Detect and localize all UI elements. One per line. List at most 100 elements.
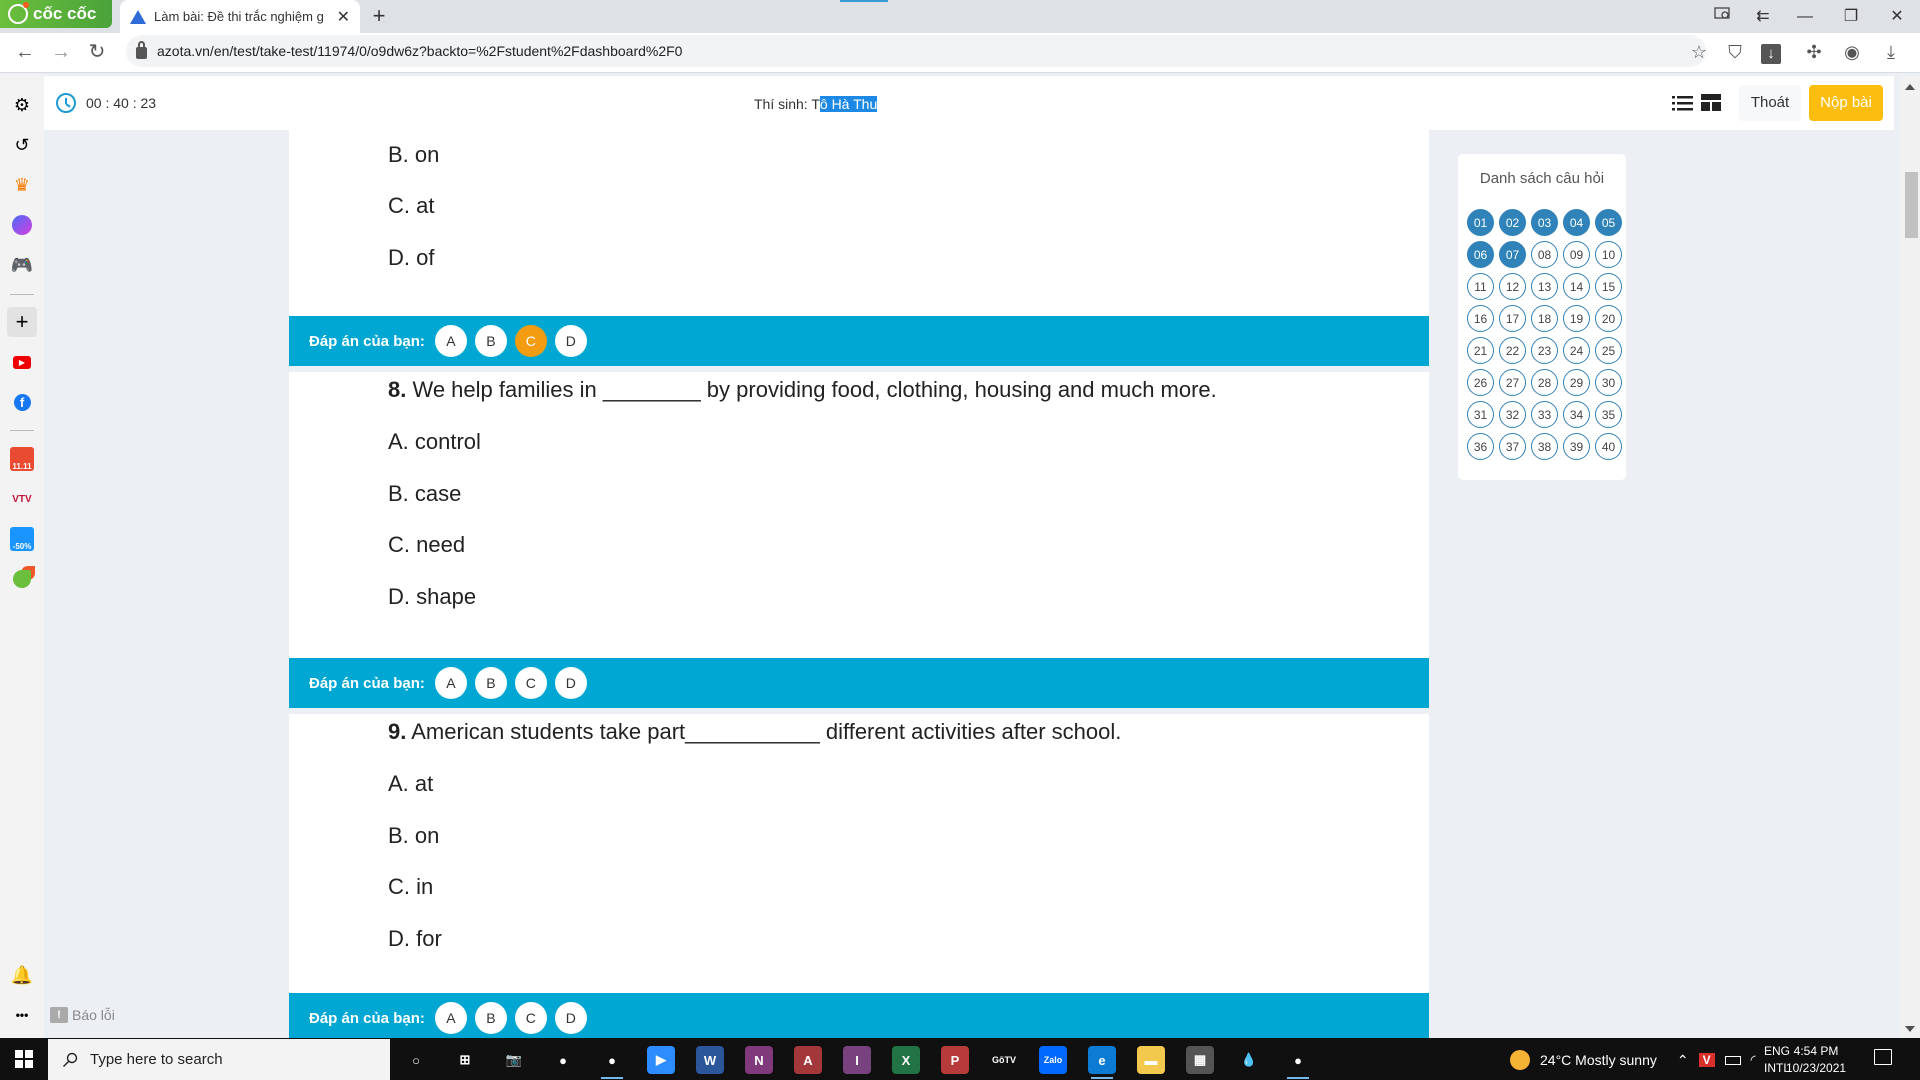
question-nav-20[interactable]: 20: [1595, 305, 1622, 332]
zalo-icon[interactable]: Zalo: [1039, 1046, 1067, 1074]
question-nav-37[interactable]: 37: [1499, 433, 1526, 460]
download-icon[interactable]: ⤓: [1877, 38, 1905, 66]
messenger-icon[interactable]: [7, 210, 37, 240]
question-nav-22[interactable]: 22: [1499, 337, 1526, 364]
restore-button[interactable]: ❐: [1828, 4, 1874, 30]
question-nav-38[interactable]: 38: [1531, 433, 1558, 460]
question-nav-34[interactable]: 34: [1563, 401, 1590, 428]
answer-choice-b[interactable]: B: [474, 325, 507, 357]
question-nav-28[interactable]: 28: [1531, 369, 1558, 396]
new-tab-button[interactable]: +: [366, 3, 392, 29]
list-view-icon[interactable]: [1672, 92, 1694, 114]
question-nav-18[interactable]: 18: [1531, 305, 1558, 332]
answer-choice-d[interactable]: D: [554, 667, 587, 699]
coccoc-active-icon[interactable]: ●: [1284, 1046, 1312, 1074]
question-nav-36[interactable]: 36: [1467, 433, 1494, 460]
report-error-button[interactable]: ! Báo lỗi: [50, 1007, 115, 1023]
gotv-icon[interactable]: GõTV: [990, 1046, 1018, 1074]
reading-mode-icon[interactable]: ⇇: [1740, 4, 1786, 30]
calculator-icon[interactable]: ▦: [1186, 1046, 1214, 1074]
coccoc-game-icon[interactable]: [7, 564, 37, 594]
add-icon[interactable]: +: [7, 307, 37, 337]
more-icon[interactable]: •••: [7, 1000, 37, 1030]
answer-choice-a[interactable]: A: [434, 325, 467, 357]
question-nav-30[interactable]: 30: [1595, 369, 1622, 396]
question-nav-35[interactable]: 35: [1595, 401, 1622, 428]
start-button[interactable]: [0, 1038, 48, 1080]
question-nav-24[interactable]: 24: [1563, 337, 1590, 364]
word-icon[interactable]: W: [696, 1046, 724, 1074]
tiki-icon[interactable]: -50%: [7, 524, 37, 554]
url-bar[interactable]: azota.vn/en/test/take-test/11974/0/o9dw6…: [126, 35, 1706, 67]
wifi-icon[interactable]: ◜: [1751, 1052, 1756, 1068]
question-nav-11[interactable]: 11: [1467, 273, 1494, 300]
question-nav-23[interactable]: 23: [1531, 337, 1558, 364]
answer-choice-d[interactable]: D: [554, 325, 587, 357]
question-nav-09[interactable]: 09: [1563, 241, 1590, 268]
cortana-icon[interactable]: ○: [402, 1046, 430, 1074]
reload-button[interactable]: ↻: [82, 37, 112, 67]
answer-choice-b[interactable]: B: [474, 1002, 507, 1034]
coccoc-menu-button[interactable]: cốc cốc: [0, 0, 112, 28]
question-nav-06[interactable]: 06: [1467, 241, 1494, 268]
answer-choice-a[interactable]: A: [434, 1002, 467, 1034]
question-nav-10[interactable]: 10: [1595, 241, 1622, 268]
question-nav-40[interactable]: 40: [1595, 433, 1622, 460]
notification-center-icon[interactable]: [1874, 1049, 1892, 1065]
excel-icon[interactable]: X: [892, 1046, 920, 1074]
question-nav-14[interactable]: 14: [1563, 273, 1590, 300]
coccoc-taskbar-icon[interactable]: ●: [598, 1046, 626, 1074]
question-nav-32[interactable]: 32: [1499, 401, 1526, 428]
unikey-icon[interactable]: V: [1698, 1053, 1715, 1067]
question-nav-25[interactable]: 25: [1595, 337, 1622, 364]
grid-view-icon[interactable]: [1701, 94, 1721, 111]
page-scrollbar[interactable]: [1900, 76, 1920, 1038]
close-window-button[interactable]: ✕: [1874, 4, 1920, 30]
question-nav-07[interactable]: 07: [1499, 241, 1526, 268]
browser-tab-active[interactable]: Làm bài: Đề thi trắc nghiệm g ✕: [120, 0, 360, 33]
minimize-button[interactable]: —: [1782, 4, 1828, 30]
extensions-icon[interactable]: ✣: [1800, 38, 1828, 66]
history-icon[interactable]: ↺: [7, 130, 37, 160]
question-nav-12[interactable]: 12: [1499, 273, 1526, 300]
access-icon[interactable]: A: [794, 1046, 822, 1074]
question-nav-21[interactable]: 21: [1467, 337, 1494, 364]
zoom-icon[interactable]: ▶: [647, 1046, 675, 1074]
scrollbar-thumb[interactable]: [1905, 172, 1918, 238]
bell-icon[interactable]: 🔔: [7, 960, 37, 990]
submit-button[interactable]: Nộp bài: [1809, 85, 1883, 121]
battery-icon[interactable]: [1724, 1055, 1741, 1065]
settings-icon[interactable]: ⚙: [7, 90, 37, 120]
question-nav-04[interactable]: 04: [1563, 209, 1590, 236]
answer-choice-c[interactable]: C: [514, 1002, 547, 1034]
file-explorer-icon[interactable]: ▬: [1137, 1046, 1165, 1074]
back-button[interactable]: ←: [10, 37, 40, 67]
taskbar-search[interactable]: Type here to search: [48, 1039, 390, 1080]
answer-choice-a[interactable]: A: [434, 667, 467, 699]
question-nav-08[interactable]: 08: [1531, 241, 1558, 268]
question-nav-15[interactable]: 15: [1595, 273, 1622, 300]
forward-button[interactable]: →: [46, 37, 76, 67]
show-hidden-icons-icon[interactable]: ⌃: [1677, 1052, 1689, 1069]
question-nav-39[interactable]: 39: [1563, 433, 1590, 460]
question-nav-03[interactable]: 03: [1531, 209, 1558, 236]
vtv-go-icon[interactable]: VTV: [7, 484, 37, 514]
question-nav-17[interactable]: 17: [1499, 305, 1526, 332]
crown-icon[interactable]: ♛: [7, 170, 37, 200]
edge-icon[interactable]: e: [1088, 1046, 1116, 1074]
youtube-icon[interactable]: ▶: [7, 347, 37, 377]
star-icon[interactable]: ☆: [1685, 38, 1713, 66]
question-nav-02[interactable]: 02: [1499, 209, 1526, 236]
camera-icon[interactable]: 📷: [500, 1046, 528, 1074]
answer-choice-c[interactable]: C: [514, 667, 547, 699]
scroll-down-arrow-icon[interactable]: [1905, 1026, 1915, 1032]
profile-icon[interactable]: ◉: [1838, 38, 1866, 66]
pdf-icon[interactable]: P: [941, 1046, 969, 1074]
facebook-icon[interactable]: f: [7, 387, 37, 417]
answer-choice-d[interactable]: D: [554, 1002, 587, 1034]
weather-text[interactable]: 24°C Mostly sunny: [1540, 1052, 1657, 1068]
question-nav-16[interactable]: 16: [1467, 305, 1494, 332]
download-arrow-icon[interactable]: ↓: [1757, 38, 1785, 66]
question-nav-26[interactable]: 26: [1467, 369, 1494, 396]
infopath-icon[interactable]: I: [843, 1046, 871, 1074]
